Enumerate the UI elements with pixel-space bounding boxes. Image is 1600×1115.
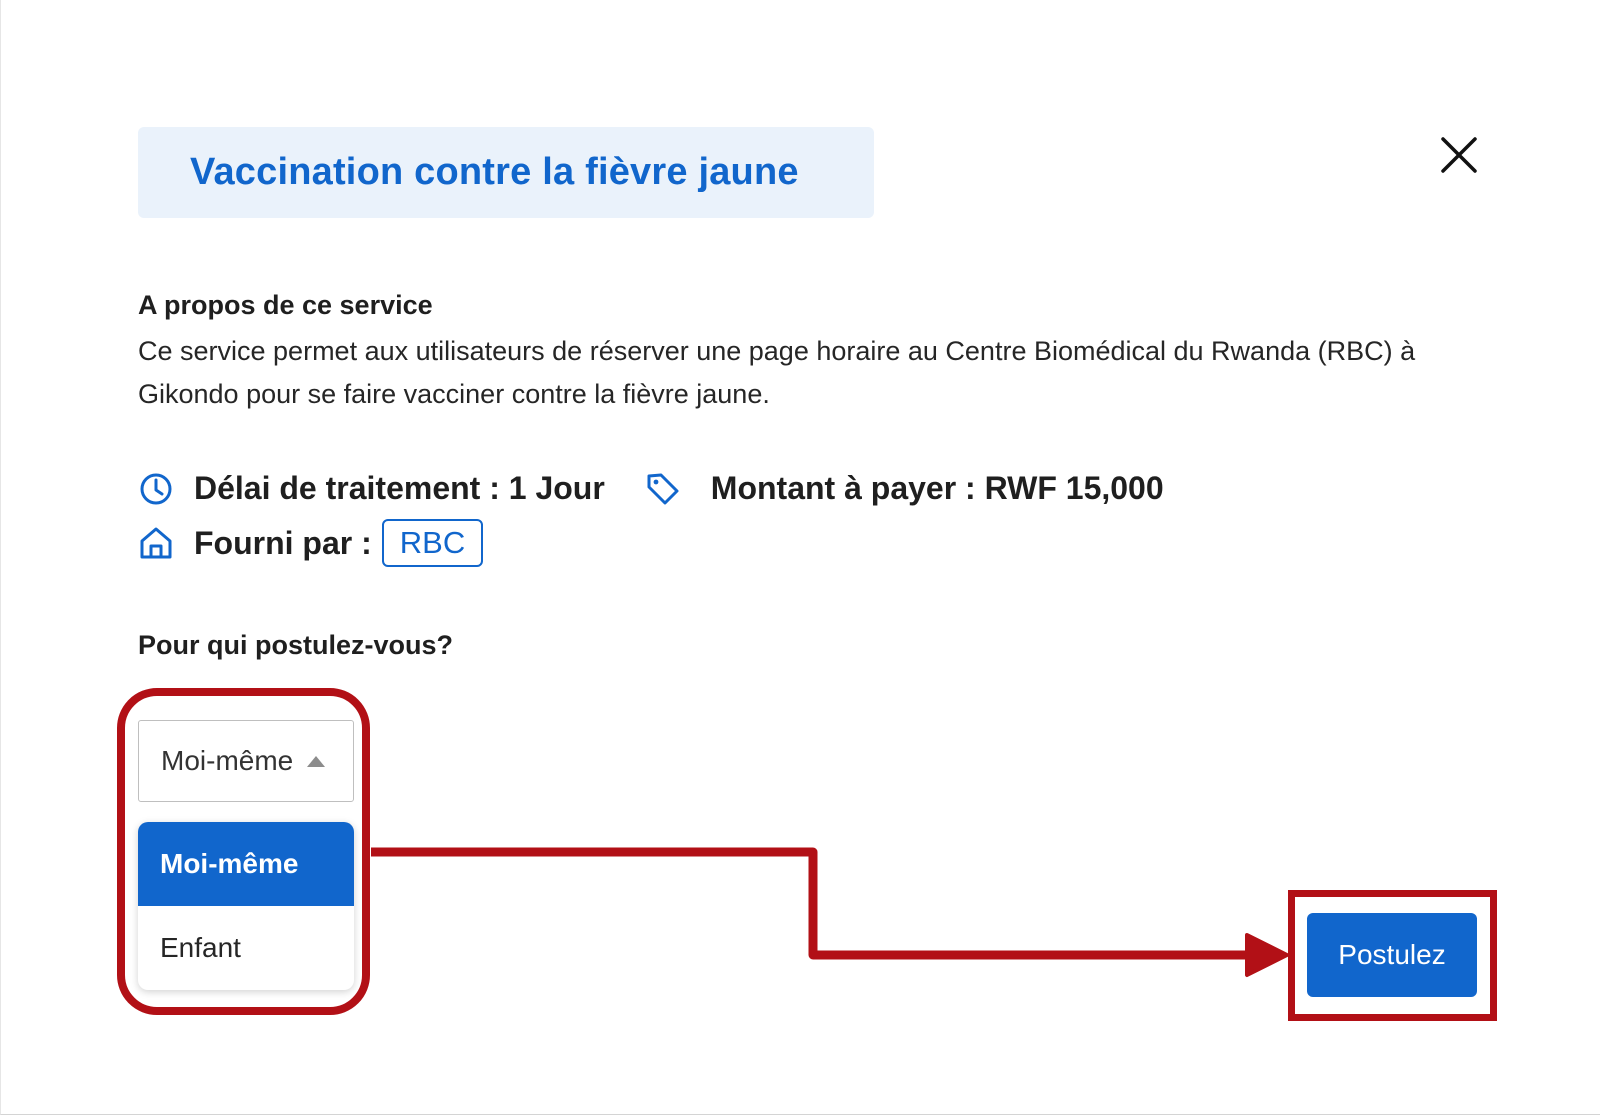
option-enfant[interactable]: Enfant (138, 906, 354, 990)
provider-label: Fourni par : (194, 524, 372, 561)
applicant-question: Pour qui postulez-vous? (138, 630, 453, 660)
provider-badge[interactable]: RBC (381, 519, 484, 567)
title-banner: Vaccination contre la fièvre jaune (138, 127, 874, 218)
tag-icon (647, 473, 679, 504)
info-row-delay-amount: Délai de traitement : 1 Jour Montant à p… (138, 470, 1164, 507)
select-value: Moi-même (161, 745, 294, 776)
caret-up-icon (307, 755, 326, 767)
amount-to-pay: Montant à payer : RWF 15,000 (710, 470, 1164, 506)
dialog-title: Vaccination contre la fièvre jaune (190, 151, 799, 193)
option-moi-meme[interactable]: Moi-même (138, 822, 354, 906)
about-description: Ce service permet aux utilisateurs de ré… (138, 336, 1416, 409)
close-icon[interactable] (1439, 135, 1479, 175)
applicant-select[interactable]: Moi-même (138, 720, 354, 802)
service-dialog: Vaccination contre la fièvre jaune A pro… (0, 0, 1600, 1115)
about-heading: A propos de ce service (138, 290, 433, 320)
processing-time: Délai de traitement : 1 Jour (194, 470, 605, 506)
clock-icon (140, 473, 172, 504)
home-icon (140, 527, 172, 559)
apply-button[interactable]: Postulez (1307, 913, 1477, 997)
applicant-options-list: Moi-même Enfant (138, 822, 354, 990)
info-row-provider: Fourni par : RBC (138, 519, 484, 567)
